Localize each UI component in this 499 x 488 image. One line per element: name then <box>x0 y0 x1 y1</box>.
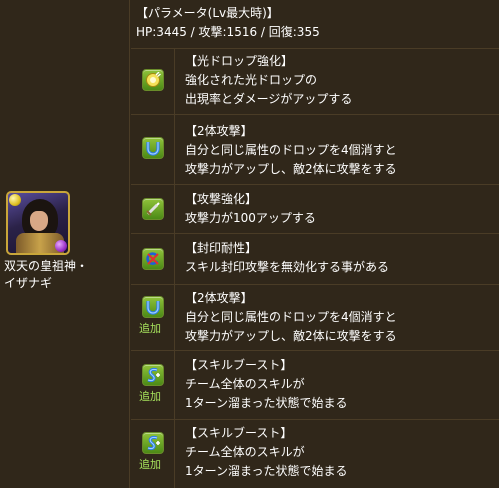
awakening-line: 1ターン溜まった状態で始まる <box>185 396 348 410</box>
awakening-title: 【2体攻撃】 <box>185 291 253 305</box>
skill-bind-resist-icon <box>142 248 164 270</box>
awakening-row: 【光ドロップ強化】 強化された光ドロップの 出現率とダメージがアップする <box>131 49 499 115</box>
awakening-desc: 【2体攻撃】 自分と同じ属性のドロップを4個消すと 攻撃力がアップし、敵2体に攻… <box>185 289 397 346</box>
awakening-icon-cell: 追加 <box>131 420 175 488</box>
awakening-row: 追加 【2体攻撃】 自分と同じ属性のドロップを4個消すと 攻撃力がアップし、敵2… <box>131 285 499 351</box>
awakening-desc: 【封印耐性】 スキル封印攻撃を無効化する事がある <box>185 239 389 277</box>
awakening-title: 【封印耐性】 <box>185 241 258 255</box>
awakening-title: 【スキルブースト】 <box>185 426 293 440</box>
awakening-line: 攻撃力がアップし、敵2体に攻撃をする <box>185 329 397 343</box>
awakening-table: 双天の皇祖神・ イザナギ 【パラメータ(Lv最大時)】 HP:3445 / 攻撃… <box>0 0 499 488</box>
monster-name-line2: イザナギ <box>4 276 53 290</box>
light-drop-enhance-icon <box>142 69 164 91</box>
monster-name[interactable]: 双天の皇祖神・ イザナギ <box>4 258 128 292</box>
awakening-row: 【封印耐性】 スキル封印攻撃を無効化する事がある <box>131 234 499 285</box>
awakening-line: 自分と同じ属性のドロップを4個消すと <box>185 143 397 157</box>
dark-attribute-icon <box>55 240 67 252</box>
awakening-title: 【攻撃強化】 <box>185 192 258 206</box>
awakening-title: 【2体攻撃】 <box>185 124 253 138</box>
awakening-icon-cell <box>131 49 175 114</box>
awakening-line: 出現率とダメージがアップする <box>185 92 353 106</box>
awakening-icon-cell <box>131 115 175 184</box>
light-attribute-icon <box>9 194 21 206</box>
awakening-desc: 【スキルブースト】 チーム全体のスキルが 1ターン溜まった状態で始まる <box>185 424 348 481</box>
awakening-line: 強化された光ドロップの <box>185 73 318 87</box>
awakening-row: 【攻撃強化】 攻撃力が100アップする <box>131 185 499 234</box>
awakening-line: 攻撃力が100アップする <box>185 211 316 225</box>
added-label: 追加 <box>139 390 161 403</box>
monster-cell: 双天の皇祖神・ イザナギ <box>0 0 130 488</box>
portrait-face <box>30 211 48 231</box>
awakening-line: 1ターン溜まった状態で始まる <box>185 464 348 478</box>
awakening-line: 攻撃力がアップし、敵2体に攻撃をする <box>185 162 397 176</box>
skill-boost-icon <box>142 432 164 454</box>
enhanced-attack-icon <box>142 198 164 220</box>
two-pronged-attack-icon <box>142 296 164 318</box>
parameters-stats: HP:3445 / 攻撃:1516 / 回復:355 <box>136 25 320 39</box>
awakening-desc: 【攻撃強化】 攻撃力が100アップする <box>185 190 316 228</box>
awakening-line: 自分と同じ属性のドロップを4個消すと <box>185 310 397 324</box>
skill-boost-icon <box>142 364 164 386</box>
two-pronged-attack-icon <box>142 137 164 159</box>
awakening-line: チーム全体のスキルが <box>185 377 305 391</box>
added-label: 追加 <box>139 458 161 471</box>
awakening-title: 【スキルブースト】 <box>185 358 293 372</box>
awakening-line: チーム全体のスキルが <box>185 445 305 459</box>
awakening-icon-cell <box>131 234 175 284</box>
awakening-icon-cell <box>131 185 175 233</box>
awakening-row: 追加 【スキルブースト】 チーム全体のスキルが 1ターン溜まった状態で始まる <box>131 351 499 420</box>
added-label: 追加 <box>139 322 161 335</box>
awakening-row: 追加 【スキルブースト】 チーム全体のスキルが 1ターン溜まった状態で始まる <box>131 420 499 488</box>
monster-portrait[interactable] <box>6 191 70 255</box>
awakening-desc: 【2体攻撃】 自分と同じ属性のドロップを4個消すと 攻撃力がアップし、敵2体に攻… <box>185 122 397 179</box>
awakening-title: 【光ドロップ強化】 <box>185 54 294 68</box>
awakening-line: スキル封印攻撃を無効化する事がある <box>185 260 390 274</box>
awakening-desc: 【スキルブースト】 チーム全体のスキルが 1ターン溜まった状態で始まる <box>185 356 348 413</box>
awakening-desc: 【光ドロップ強化】 強化された光ドロップの 出現率とダメージがアップする <box>185 52 352 109</box>
awakening-icon-cell: 追加 <box>131 285 175 350</box>
parameters-cell: 【パラメータ(Lv最大時)】 HP:3445 / 攻撃:1516 / 回復:35… <box>131 0 499 49</box>
parameters-heading: 【パラメータ(Lv最大時)】 <box>136 6 279 20</box>
awakening-row: 【2体攻撃】 自分と同じ属性のドロップを4個消すと 攻撃力がアップし、敵2体に攻… <box>131 115 499 185</box>
monster-name-line1: 双天の皇祖神・ <box>4 259 89 273</box>
awakening-icon-cell: 追加 <box>131 351 175 419</box>
